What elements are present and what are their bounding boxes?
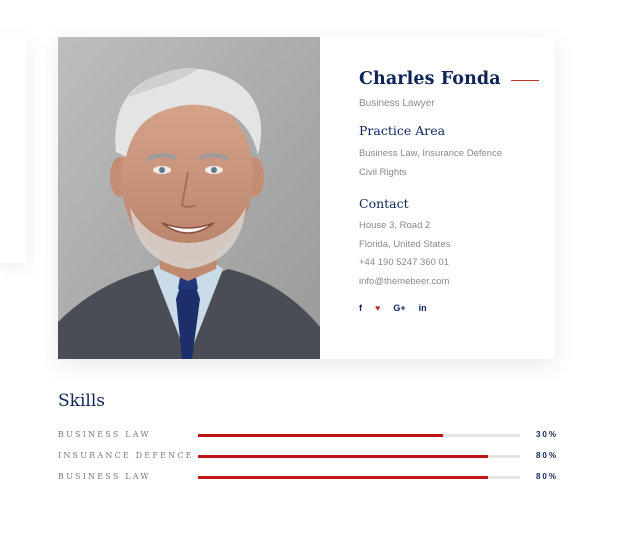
twitter-icon[interactable]: ♥ <box>375 303 380 313</box>
lawyer-portrait-image <box>58 37 320 359</box>
skill-bar-fill <box>198 455 488 458</box>
skill-bar-fill <box>198 476 488 479</box>
practice-area-item: Civil Rights <box>359 166 407 178</box>
lawyer-role: Business Lawyer <box>359 98 435 109</box>
lawyer-name: Charles Fonda <box>359 69 501 89</box>
skill-bar-fill <box>198 434 443 437</box>
practice-area-list: Business Law, Insurance Defence Civil Ri… <box>359 145 549 182</box>
facebook-icon[interactable]: f <box>359 303 362 313</box>
skill-row: INSURANCE DEFENCE 80% <box>58 450 558 462</box>
contact-list: House 3, Road 2 Florida, United States +… <box>359 217 549 291</box>
skill-percent: 30% <box>535 430 558 439</box>
profile-photo <box>58 37 320 359</box>
skill-label: INSURANCE DEFENCE <box>58 451 194 460</box>
contact-address: House 3, Road 2 <box>359 220 431 231</box>
skill-percent: 80% <box>535 451 558 460</box>
skill-bar-track <box>198 476 520 479</box>
contact-heading: Contact <box>359 196 409 211</box>
skill-label: BUSINESS LAW <box>58 472 151 481</box>
social-links: f ♥ G+ in <box>359 303 549 313</box>
practice-area-item: Business Law, Insurance Defence <box>359 148 503 159</box>
profile-info: Charles Fonda Business Lawyer Practice A… <box>359 69 549 313</box>
profile-card: Charles Fonda Business Lawyer Practice A… <box>58 37 555 359</box>
google-plus-icon[interactable]: G+ <box>393 303 405 313</box>
linkedin-icon[interactable]: in <box>419 303 427 313</box>
skill-row: BUSINESS LAW 30% <box>58 429 558 441</box>
skill-label: BUSINESS LAW <box>58 430 151 439</box>
skill-row: BUSINESS LAW 80% <box>58 471 558 483</box>
contact-location: Florida, United States <box>359 238 451 250</box>
contact-email[interactable]: info@themebeer.com <box>359 273 549 292</box>
skill-bar-track <box>198 434 520 437</box>
practice-area-heading: Practice Area <box>359 123 446 138</box>
contact-phone: +44 190 5247 360 01 <box>359 257 450 268</box>
skill-percent: 80% <box>535 472 558 481</box>
adjacent-card <box>0 37 27 263</box>
skills-heading: Skills <box>58 391 105 411</box>
name-divider <box>510 80 539 81</box>
skill-bar-track <box>198 455 520 458</box>
